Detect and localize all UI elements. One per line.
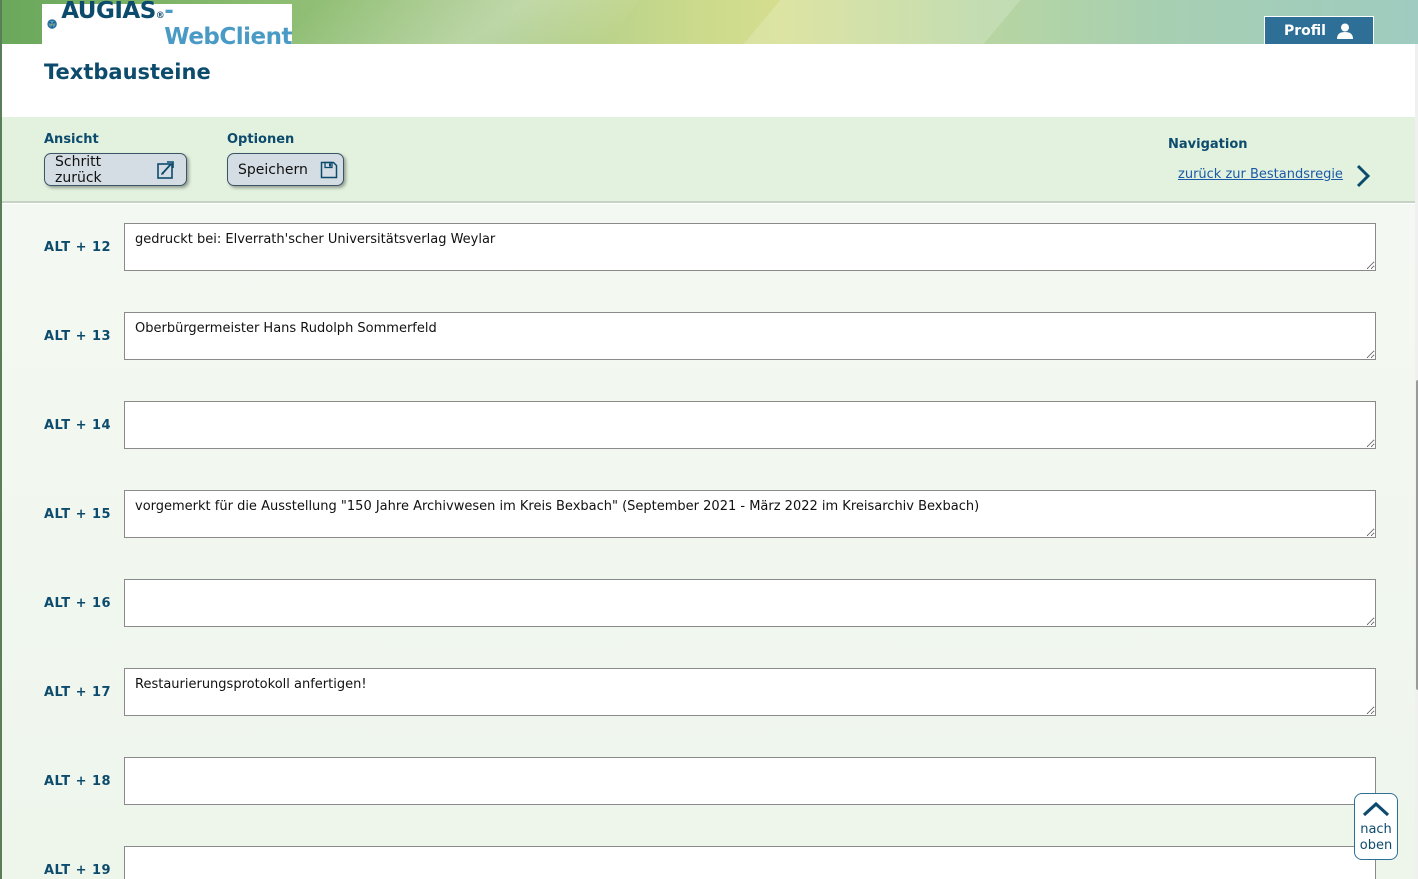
back-to-top-label-line1: nach xyxy=(1360,822,1392,837)
textblock-row: ALT + 13 Oberbürgermeister Hans Rudolph … xyxy=(2,312,1402,360)
back-to-top-button[interactable]: nach oben xyxy=(1354,793,1398,860)
textblock-row: ALT + 19 xyxy=(2,846,1402,879)
textblock-row: ALT + 12 gedruckt bei: Elverrath'scher U… xyxy=(2,223,1402,271)
banner-decoration xyxy=(283,0,641,44)
shortcut-label: ALT + 12 xyxy=(44,240,112,255)
textblock-row: ALT + 18 xyxy=(2,757,1402,805)
app-logo[interactable]: AUGIAS ® -WebClient xyxy=(42,0,292,50)
shortcut-label: ALT + 19 xyxy=(44,863,112,878)
back-button-label: Schritt zurück xyxy=(55,153,102,186)
chevron-up-icon xyxy=(1362,801,1390,817)
banner-decoration xyxy=(743,0,1021,44)
shortcut-label: ALT + 14 xyxy=(44,418,112,433)
user-icon xyxy=(1336,23,1353,39)
textblock-field[interactable] xyxy=(124,846,1376,879)
shortcut-label: ALT + 15 xyxy=(44,507,112,522)
textblock-row: ALT + 17 Restaurierungsprotokoll anferti… xyxy=(2,668,1402,716)
profile-label: Profil xyxy=(1284,22,1326,39)
shortcut-label: ALT + 17 xyxy=(44,685,112,700)
textblock-field[interactable]: Oberbürgermeister Hans Rudolph Sommerfel… xyxy=(124,312,1376,360)
textblock-field[interactable]: Restaurierungsprotokoll anfertigen! xyxy=(124,668,1376,716)
textblock-row: ALT + 15 vorgemerkt für die Ausstellung … xyxy=(2,490,1402,538)
textblock-field[interactable]: vorgemerkt für die Ausstellung "150 Jahr… xyxy=(124,490,1376,538)
augias-logo-icon xyxy=(47,19,57,29)
textblock-row: ALT + 14 xyxy=(2,401,1402,449)
textblock-field[interactable] xyxy=(124,401,1376,449)
options-group-label: Optionen xyxy=(227,132,295,147)
back-to-top-label-line2: oben xyxy=(1359,838,1393,853)
logo-wordmark: AUGIAS ® -WebClient xyxy=(61,0,292,50)
shortcut-label: ALT + 18 xyxy=(44,774,112,789)
chevron-right-icon[interactable] xyxy=(1354,163,1372,189)
textblock-list: ALT + 12 gedruckt bei: Elverrath'scher U… xyxy=(2,204,1418,879)
navigation-group-label: Navigation xyxy=(1168,137,1248,152)
logo-brand: AUGIAS xyxy=(61,0,156,24)
textblock-field[interactable] xyxy=(124,757,1376,805)
shortcut-label: ALT + 16 xyxy=(44,596,112,611)
save-button-label: Speichern xyxy=(238,161,308,178)
back-button[interactable]: Schritt zurück xyxy=(44,153,187,186)
profile-button[interactable]: Profil xyxy=(1264,16,1374,44)
textblock-field[interactable] xyxy=(124,579,1376,627)
logo-suffix: -WebClient xyxy=(164,0,292,50)
toolbar: Ansicht Schritt zurück Optionen Speicher… xyxy=(2,117,1418,203)
textblock-field[interactable]: gedruckt bei: Elverrath'scher Universitä… xyxy=(124,223,1376,271)
page-title: Textbausteine xyxy=(44,60,211,84)
save-button[interactable]: Speichern xyxy=(227,153,344,186)
back-to-holdings-link[interactable]: zurück zur Bestandsregie xyxy=(1178,167,1343,182)
textblock-row: ALT + 16 xyxy=(2,579,1402,627)
floppy-disk-icon xyxy=(320,161,338,179)
app-window: AUGIAS ® -WebClient Profil Textbausteine A… xyxy=(0,0,1418,879)
shortcut-label: ALT + 13 xyxy=(44,329,112,344)
logo-registered: ® xyxy=(155,11,165,21)
view-group-label: Ansicht xyxy=(44,132,99,147)
edit-back-icon xyxy=(156,160,176,180)
